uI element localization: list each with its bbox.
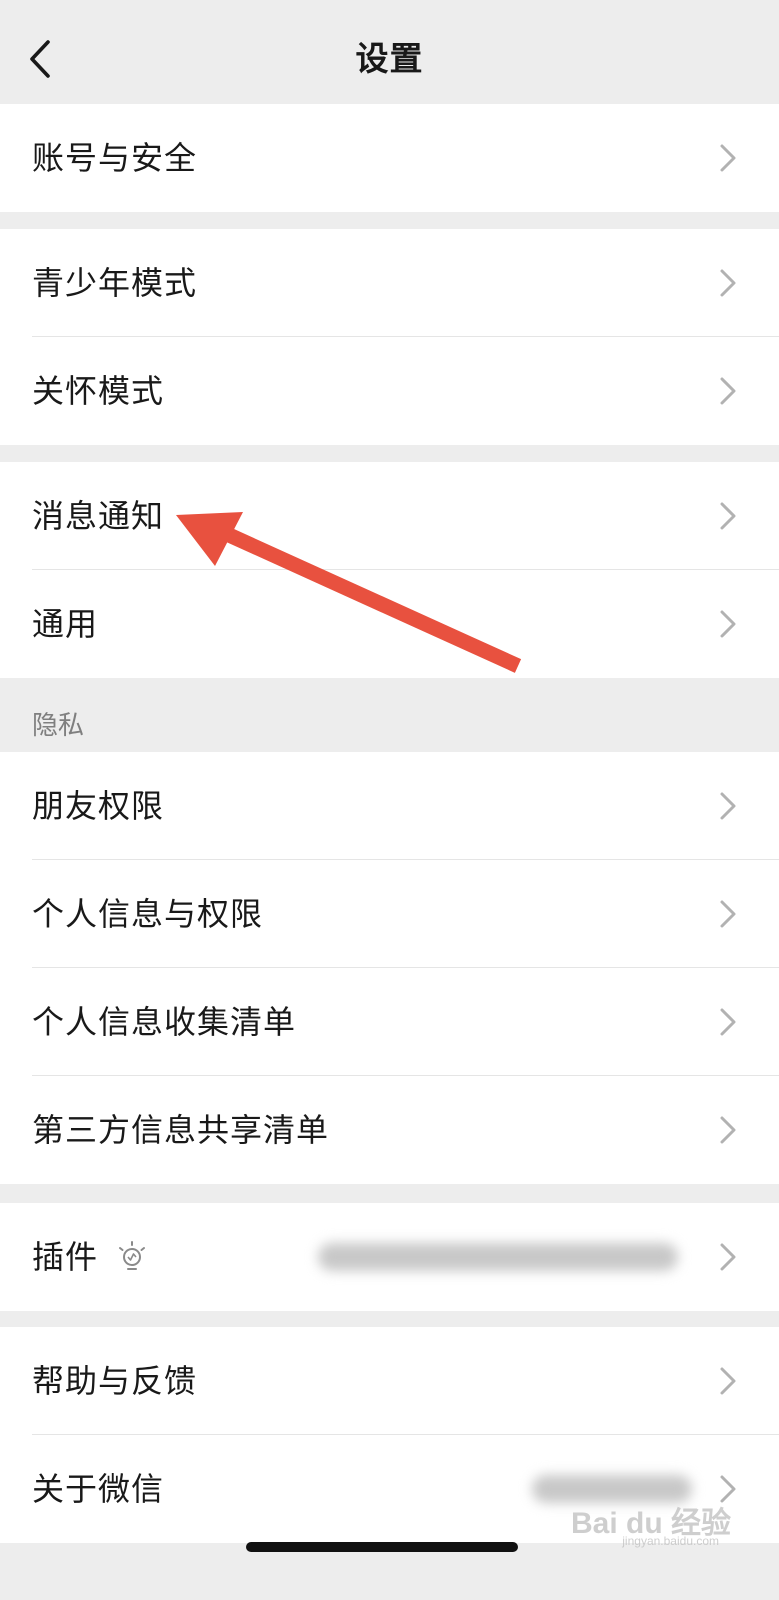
chevron-right-icon xyxy=(720,610,736,638)
settings-item-label: 个人信息收集清单 xyxy=(32,1003,297,1041)
chevron-right-icon xyxy=(720,900,736,928)
chevron-right-icon xyxy=(720,377,736,405)
lightbulb-icon xyxy=(119,1241,145,1270)
settings-item-label: 关怀模式 xyxy=(32,372,165,410)
settings-item-label: 朋友权限 xyxy=(32,787,165,825)
chevron-right-icon xyxy=(720,502,736,530)
settings-item-personal-info-permissions[interactable]: 个人信息与权限 xyxy=(0,860,779,968)
settings-group-plugins: 插件 xyxy=(0,1203,779,1311)
settings-item-label: 消息通知 xyxy=(32,497,165,535)
settings-item-third-party-sharing[interactable]: 第三方信息共享清单 xyxy=(0,1076,779,1184)
settings-item-label: 帮助与反馈 xyxy=(32,1362,198,1400)
settings-item-friend-permissions[interactable]: 朋友权限 xyxy=(0,752,779,860)
settings-item-notifications[interactable]: 消息通知 xyxy=(0,462,779,570)
settings-item-plugins[interactable]: 插件 xyxy=(0,1203,779,1311)
chevron-right-icon xyxy=(720,792,736,820)
settings-item-label: 第三方信息共享清单 xyxy=(32,1111,330,1149)
section-title-privacy: 隐私 xyxy=(32,711,85,741)
settings-page: 设置 账号与安全 青少年模式 关怀模式 消息通知 通用 隐私 朋友权限 个人信息… xyxy=(0,0,779,1600)
settings-item-personal-info-collection[interactable]: 个人信息收集清单 xyxy=(0,968,779,1076)
settings-item-account-security[interactable]: 账号与安全 xyxy=(0,104,779,212)
settings-group-modes: 青少年模式 关怀模式 xyxy=(0,229,779,445)
chevron-right-icon xyxy=(720,1008,736,1036)
settings-group-general: 消息通知 通用 xyxy=(0,462,779,678)
settings-group-account: 账号与安全 xyxy=(0,104,779,212)
baidu-watermark-url: jingyan.baidu.com xyxy=(622,1534,719,1548)
settings-item-label: 个人信息与权限 xyxy=(32,895,264,933)
settings-item-help-feedback[interactable]: 帮助与反馈 xyxy=(0,1327,779,1435)
chevron-right-icon xyxy=(720,1116,736,1144)
page-title: 设置 xyxy=(355,39,424,78)
settings-item-label: 青少年模式 xyxy=(32,264,198,302)
settings-item-label: 插件 xyxy=(32,1238,99,1276)
chevron-right-icon xyxy=(720,144,736,172)
settings-item-general[interactable]: 通用 xyxy=(0,570,779,678)
chevron-right-icon xyxy=(720,1367,736,1395)
settings-item-care-mode[interactable]: 关怀模式 xyxy=(0,337,779,445)
settings-item-label: 关于微信 xyxy=(32,1470,165,1508)
settings-group-privacy: 朋友权限 个人信息与权限 个人信息收集清单 第三方信息共享清单 xyxy=(0,752,779,1184)
chevron-right-icon xyxy=(720,269,736,297)
blurred-plugin-info xyxy=(318,1243,678,1271)
settings-item-label: 账号与安全 xyxy=(32,139,198,177)
navigation-bar: 设置 xyxy=(0,0,779,104)
settings-item-teen-mode[interactable]: 青少年模式 xyxy=(0,229,779,337)
chevron-right-icon xyxy=(720,1243,736,1271)
home-indicator xyxy=(246,1542,518,1552)
settings-item-label: 通用 xyxy=(32,605,99,643)
